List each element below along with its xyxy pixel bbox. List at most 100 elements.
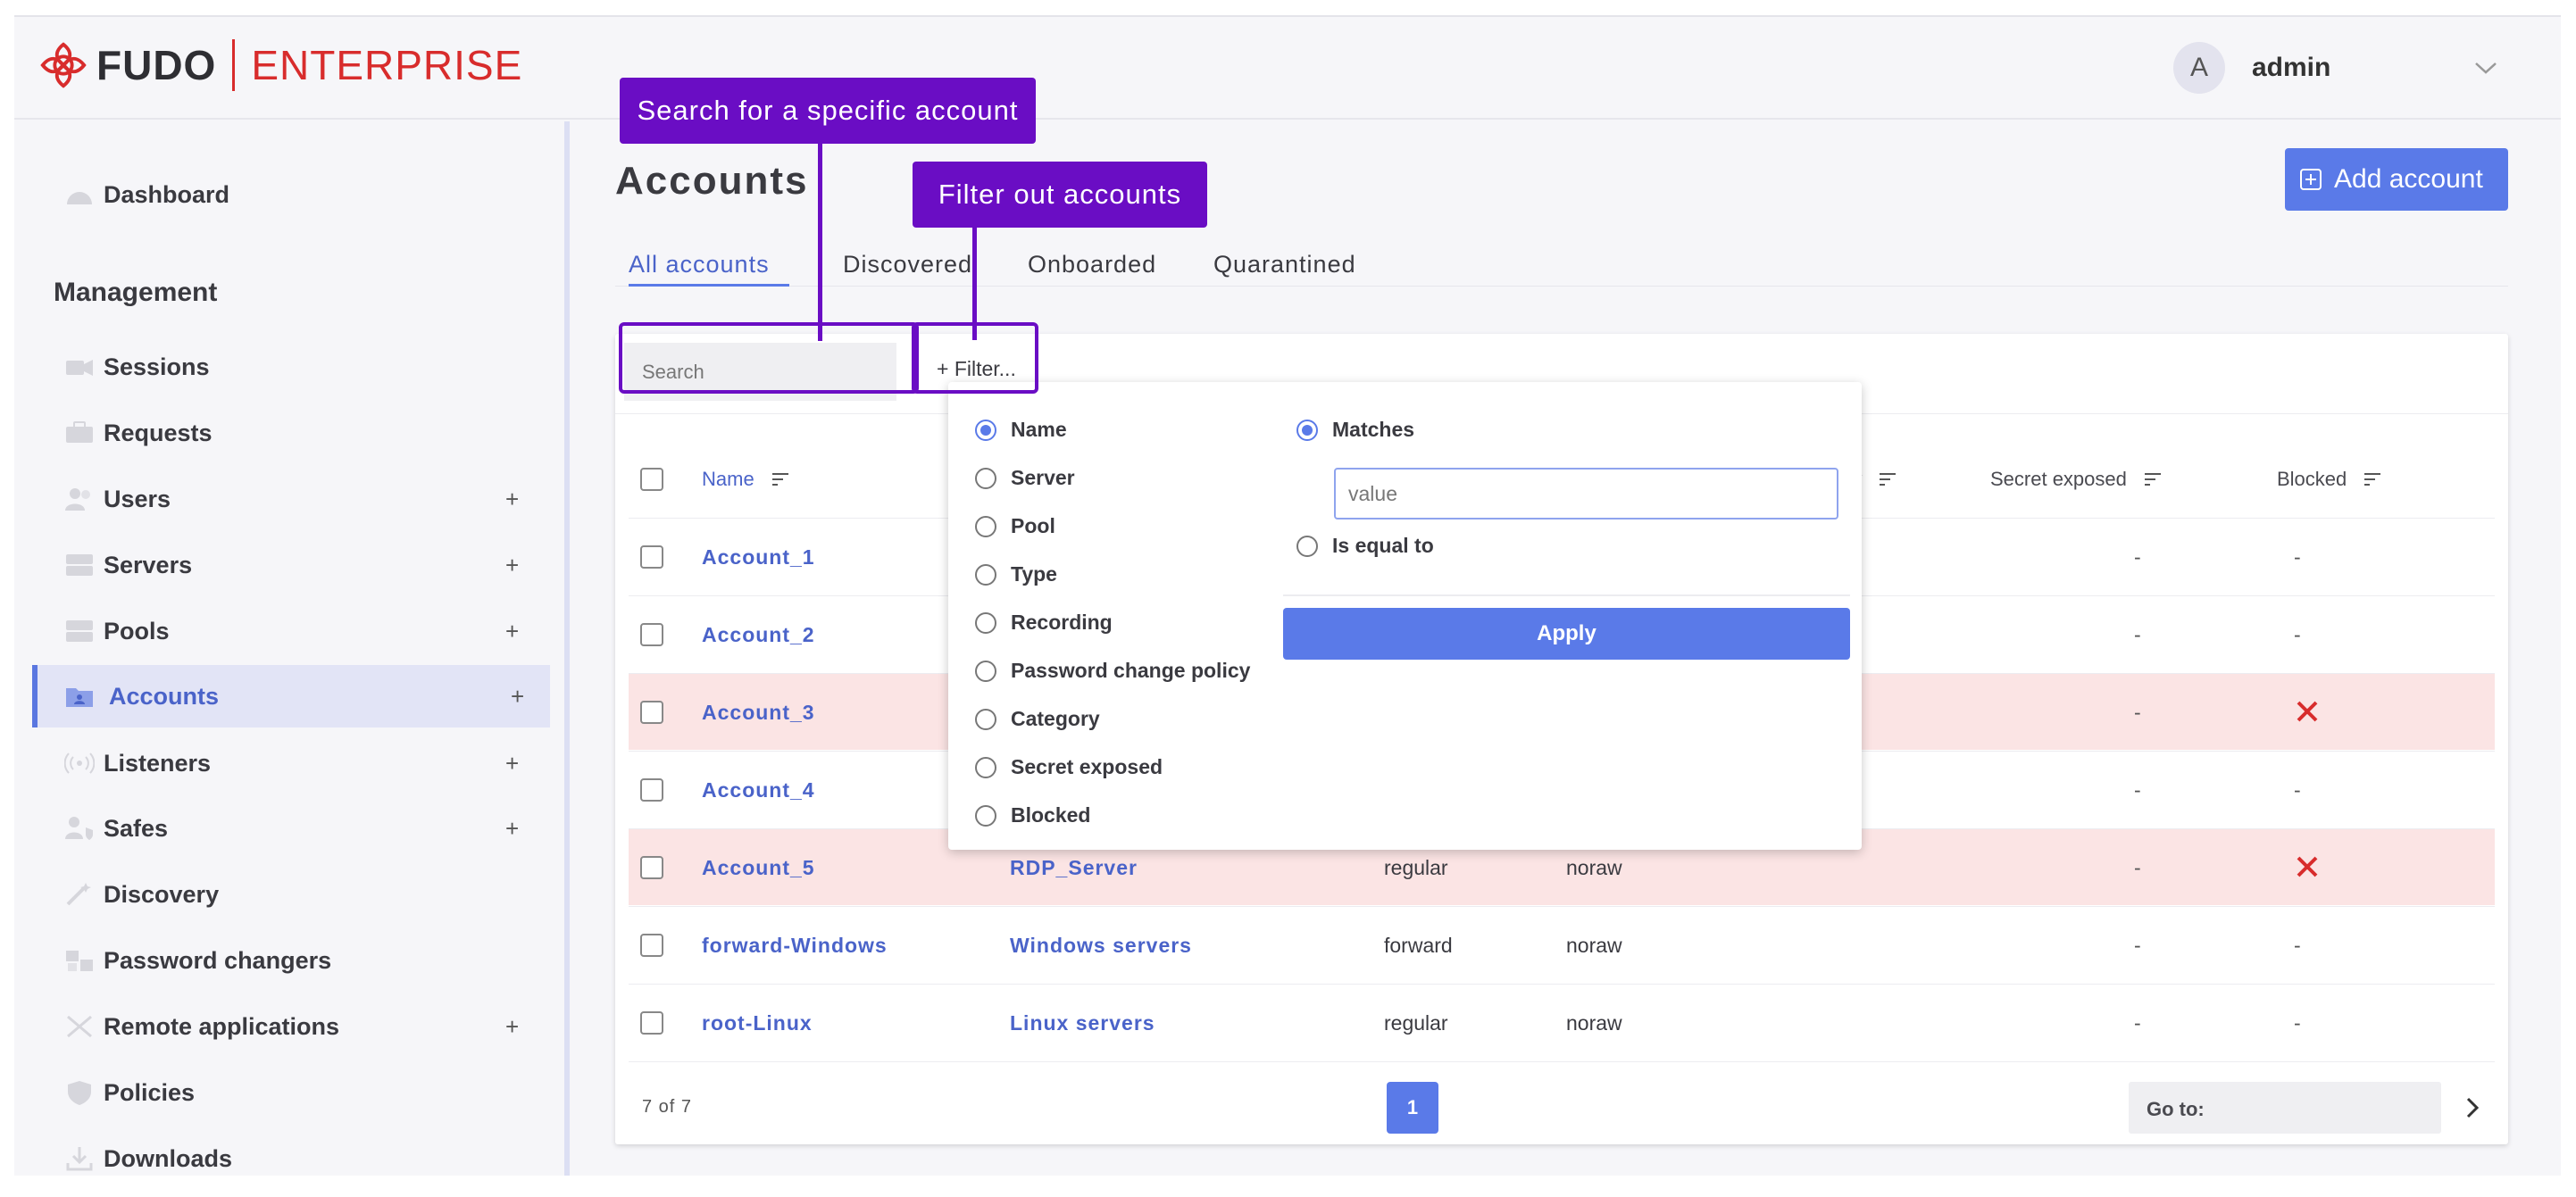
filter-field-label: Category bbox=[1011, 707, 1100, 730]
plus-square-icon bbox=[2300, 169, 2322, 190]
sidebar-item-discovery[interactable]: Discovery bbox=[32, 863, 550, 926]
radio-button[interactable] bbox=[1296, 419, 1318, 441]
server-link[interactable]: Linux servers bbox=[1010, 1011, 1155, 1035]
sidebar-item-remote-applications[interactable]: Remote applications + bbox=[32, 995, 550, 1058]
filter-field-recording[interactable]: Recording bbox=[975, 611, 1113, 635]
filter-field-category[interactable]: Category bbox=[975, 707, 1100, 731]
radio-button[interactable] bbox=[975, 708, 996, 730]
chevron-down-icon[interactable] bbox=[2472, 54, 2499, 81]
tab-discovered[interactable]: Discovered bbox=[843, 251, 972, 287]
tab-quarantined[interactable]: Quarantined bbox=[1213, 251, 1356, 287]
row-checkbox[interactable] bbox=[640, 856, 663, 879]
filter-field-label: Pool bbox=[1011, 514, 1055, 537]
secret-exposed-value: - bbox=[2134, 1011, 2141, 1035]
chevron-right-icon[interactable] bbox=[2459, 1094, 2486, 1121]
expand-icon[interactable]: + bbox=[505, 815, 519, 843]
column-header-label: Blocked bbox=[2277, 468, 2347, 490]
tab-all-accounts[interactable]: All accounts bbox=[629, 251, 789, 287]
column-header-blocked[interactable]: Blocked bbox=[2277, 468, 2382, 491]
logo[interactable]: FUDO ENTERPRISE bbox=[38, 38, 522, 92]
user-menu[interactable]: A admin bbox=[2173, 42, 2497, 94]
filter-field-blocked[interactable]: Blocked bbox=[975, 803, 1090, 827]
select-all-checkbox[interactable] bbox=[640, 468, 663, 491]
page-number-button[interactable]: 1 bbox=[1387, 1082, 1438, 1134]
tab-onboarded[interactable]: Onboarded bbox=[1028, 251, 1156, 287]
match-mode-equal[interactable]: Is equal to bbox=[1296, 534, 1434, 558]
radio-button[interactable] bbox=[975, 756, 996, 778]
sidebar-item-pools[interactable]: Pools + bbox=[32, 600, 550, 662]
sidebar-item-downloads[interactable]: Downloads bbox=[32, 1127, 550, 1176]
expand-icon[interactable]: + bbox=[505, 750, 519, 777]
server-link[interactable]: RDP_Server bbox=[1010, 856, 1138, 880]
expand-icon[interactable]: + bbox=[505, 618, 519, 645]
row-checkbox[interactable] bbox=[640, 934, 663, 957]
sidebar-item-sessions[interactable]: Sessions bbox=[32, 336, 550, 398]
apply-button[interactable]: Apply bbox=[1283, 608, 1850, 660]
sidebar-item-label: Pools bbox=[104, 617, 170, 644]
expand-icon[interactable]: + bbox=[505, 552, 519, 579]
sidebar-item-servers[interactable]: Servers + bbox=[32, 534, 550, 596]
filter-value-input[interactable] bbox=[1334, 468, 1838, 520]
fudo-logo-icon bbox=[40, 42, 87, 88]
radio-button[interactable] bbox=[975, 563, 996, 586]
sort-icon[interactable] bbox=[2143, 471, 2163, 487]
downloads-icon bbox=[66, 1147, 93, 1171]
sort-icon[interactable] bbox=[771, 471, 790, 487]
account-name-link[interactable]: root-Linux bbox=[702, 1011, 813, 1035]
radio-button[interactable] bbox=[975, 660, 996, 682]
goto-page-input[interactable]: Go to: bbox=[2129, 1082, 2441, 1134]
filter-field-secret-exposed[interactable]: Secret exposed bbox=[975, 755, 1163, 779]
radio-button[interactable] bbox=[1296, 535, 1318, 557]
expand-icon[interactable]: + bbox=[511, 683, 524, 711]
sidebar-item-listeners[interactable]: Listeners + bbox=[32, 732, 550, 794]
filter-field-type[interactable]: Type bbox=[975, 562, 1057, 586]
filter-field-pool[interactable]: Pool bbox=[975, 514, 1055, 538]
sidebar-item-password-changers[interactable]: Password changers bbox=[32, 929, 550, 992]
account-name-link[interactable]: Account_2 bbox=[702, 623, 815, 647]
filter-field-server[interactable]: Server bbox=[975, 466, 1075, 490]
table-row[interactable]: forward-Windows Windows servers forward … bbox=[629, 906, 2495, 983]
sidebar-item-accounts[interactable]: Accounts + bbox=[32, 665, 550, 727]
account-name-link[interactable]: Account_4 bbox=[702, 778, 815, 802]
expand-icon[interactable]: + bbox=[505, 1013, 519, 1041]
sort-icon[interactable] bbox=[1878, 471, 1897, 487]
radio-button[interactable] bbox=[975, 515, 996, 537]
row-checkbox[interactable] bbox=[640, 1011, 663, 1035]
row-checkbox[interactable] bbox=[640, 545, 663, 569]
search-callout-line bbox=[818, 144, 822, 341]
sidebar-item-label: Safes bbox=[104, 814, 169, 842]
column-header-secret-exposed[interactable]: Secret exposed bbox=[1990, 468, 2163, 491]
sidebar-item-requests[interactable]: Requests bbox=[32, 402, 550, 464]
radio-button[interactable] bbox=[975, 611, 996, 634]
search-highlight bbox=[619, 322, 919, 394]
sidebar-item-policies[interactable]: Policies bbox=[32, 1061, 550, 1124]
radio-button[interactable] bbox=[975, 467, 996, 489]
sidebar-item-users[interactable]: Users + bbox=[32, 468, 550, 530]
radio-button[interactable] bbox=[975, 419, 996, 441]
table-row[interactable]: root-Linux Linux servers regular noraw -… bbox=[629, 984, 2495, 1060]
user-name[interactable]: admin bbox=[2252, 53, 2330, 83]
row-checkbox[interactable] bbox=[640, 623, 663, 646]
match-mode-label: Is equal to bbox=[1332, 534, 1434, 557]
server-link[interactable]: Windows servers bbox=[1010, 934, 1192, 958]
column-header-name[interactable]: Name bbox=[702, 468, 790, 491]
sort-icon[interactable] bbox=[2363, 471, 2382, 487]
match-mode-matches[interactable]: Matches bbox=[1296, 418, 1414, 442]
account-name-link[interactable]: Account_5 bbox=[702, 856, 815, 880]
secret-exposed-value: - bbox=[2134, 545, 2141, 569]
filter-field-name[interactable]: Name bbox=[975, 418, 1067, 442]
radio-button[interactable] bbox=[975, 804, 996, 827]
match-mode-label: Matches bbox=[1332, 418, 1415, 441]
account-name-link[interactable]: Account_1 bbox=[702, 545, 815, 569]
add-account-button[interactable]: Add account bbox=[2285, 148, 2508, 211]
filter-field-password-change-policy[interactable]: Password change policy bbox=[975, 659, 1250, 683]
avatar[interactable]: A bbox=[2173, 42, 2225, 94]
account-name-link[interactable]: Account_3 bbox=[702, 701, 815, 725]
sidebar-item-safes[interactable]: Safes + bbox=[32, 797, 550, 860]
row-checkbox[interactable] bbox=[640, 778, 663, 802]
sidebar-item-dashboard[interactable]: Dashboard bbox=[32, 163, 550, 226]
filter-dropdown: Name Server Pool Type Recording Password… bbox=[948, 382, 1862, 850]
expand-icon[interactable]: + bbox=[505, 486, 519, 513]
row-checkbox[interactable] bbox=[640, 701, 663, 724]
account-name-link[interactable]: forward-Windows bbox=[702, 934, 888, 958]
